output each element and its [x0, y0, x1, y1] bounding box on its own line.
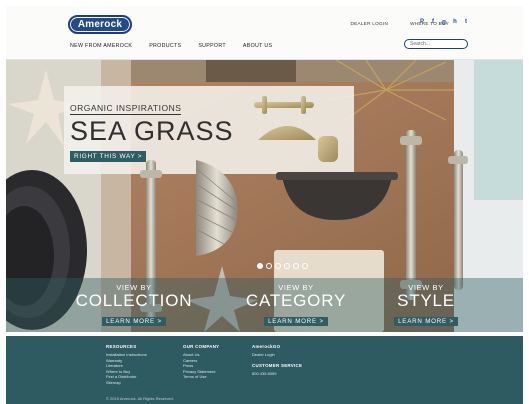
nav-about-us[interactable]: ABOUT US [243, 43, 272, 49]
pinterest-icon[interactable]: P [419, 19, 425, 26]
nav-new-from-amerock[interactable]: NEW FROM AMEROCK [70, 43, 132, 49]
tile-collection-title: COLLECTION [75, 291, 193, 310]
instagram-icon[interactable]: ◎ [441, 19, 447, 26]
carousel-dot-1[interactable] [257, 263, 263, 269]
footer-amerockgo: AmerockGO Dealer Login CUSTOMER SERVICE … [252, 344, 302, 376]
facebook-icon[interactable]: f [430, 19, 436, 26]
footer-link[interactable]: Sitemap [106, 380, 147, 386]
carousel-dot-6[interactable] [302, 263, 308, 269]
dealer-login-link[interactable]: DEALER LOGIN [351, 21, 389, 26]
nav-products[interactable]: PRODUCTS [149, 43, 181, 49]
nav-support[interactable]: SUPPORT [198, 43, 226, 49]
footer-link[interactable]: Dealer Login [252, 352, 302, 358]
footer-link[interactable]: Installation Instructions [106, 352, 147, 358]
search-placeholder: Search... [410, 41, 431, 47]
footer-copyright: © 2015 Amerock. All Rights Reserved. [106, 396, 174, 401]
houzz-icon[interactable]: h [452, 19, 458, 26]
twitter-icon[interactable]: t [463, 19, 469, 26]
carousel-dot-2[interactable] [266, 263, 272, 269]
tile-collection-button[interactable]: LEARN MORE > [102, 317, 166, 326]
footer-amerockgo-heading: AmerockGO [252, 344, 281, 349]
page: Amerock DEALER LOGIN WHERE TO BUY P f ◎ … [6, 6, 523, 404]
footer-company-heading: OUR COMPANY [183, 344, 220, 349]
tile-style[interactable]: VIEW BY STYLE LEARN MORE > [386, 283, 466, 328]
main-nav: NEW FROM AMEROCK PRODUCTS SUPPORT ABOUT … [70, 43, 272, 49]
carousel-dot-3[interactable] [275, 263, 281, 269]
hero-text: ORGANIC INSPIRATIONS SEA GRASS RIGHT THI… [70, 98, 234, 163]
tile-style-title: STYLE [397, 291, 455, 310]
tile-style-button[interactable]: LEARN MORE > [394, 317, 458, 326]
search-input[interactable]: Search... [404, 39, 468, 49]
tile-category-title: CATEGORY [245, 291, 347, 310]
footer-service-heading: CUSTOMER SERVICE [252, 362, 303, 368]
footer-resources-heading: RESOURCES [106, 344, 137, 349]
site-header: Amerock DEALER LOGIN WHERE TO BUY P f ◎ … [6, 6, 523, 60]
carousel-dot-4[interactable] [284, 263, 290, 269]
carousel-dot-5[interactable] [293, 263, 299, 269]
amerock-logo[interactable]: Amerock [68, 15, 132, 34]
hero-cta-button[interactable]: RIGHT THIS WAY > [70, 151, 147, 162]
hero-eyebrow: ORGANIC INSPIRATIONS [70, 103, 182, 115]
tile-category-button[interactable]: LEARN MORE > [264, 317, 328, 326]
social-links: P f ◎ h t [419, 19, 469, 26]
site-footer: RESOURCES Installation Instructions Warr… [6, 336, 523, 404]
tile-category[interactable]: VIEW BY CATEGORY LEARN MORE > [232, 283, 360, 328]
footer-phone[interactable]: 800.435.6959 [252, 371, 302, 377]
footer-link[interactable]: Terms of Use [183, 374, 219, 380]
tile-collection[interactable]: VIEW BY COLLECTION LEARN MORE > [64, 283, 204, 328]
hero-title: SEA GRASS [70, 116, 234, 146]
hero-banner[interactable]: ORGANIC INSPIRATIONS SEA GRASS RIGHT THI… [6, 60, 523, 332]
footer-company: OUR COMPANY About Us Careers Press Priva… [183, 344, 219, 380]
footer-resources: RESOURCES Installation Instructions Warr… [106, 344, 147, 385]
carousel-dots [257, 263, 308, 269]
